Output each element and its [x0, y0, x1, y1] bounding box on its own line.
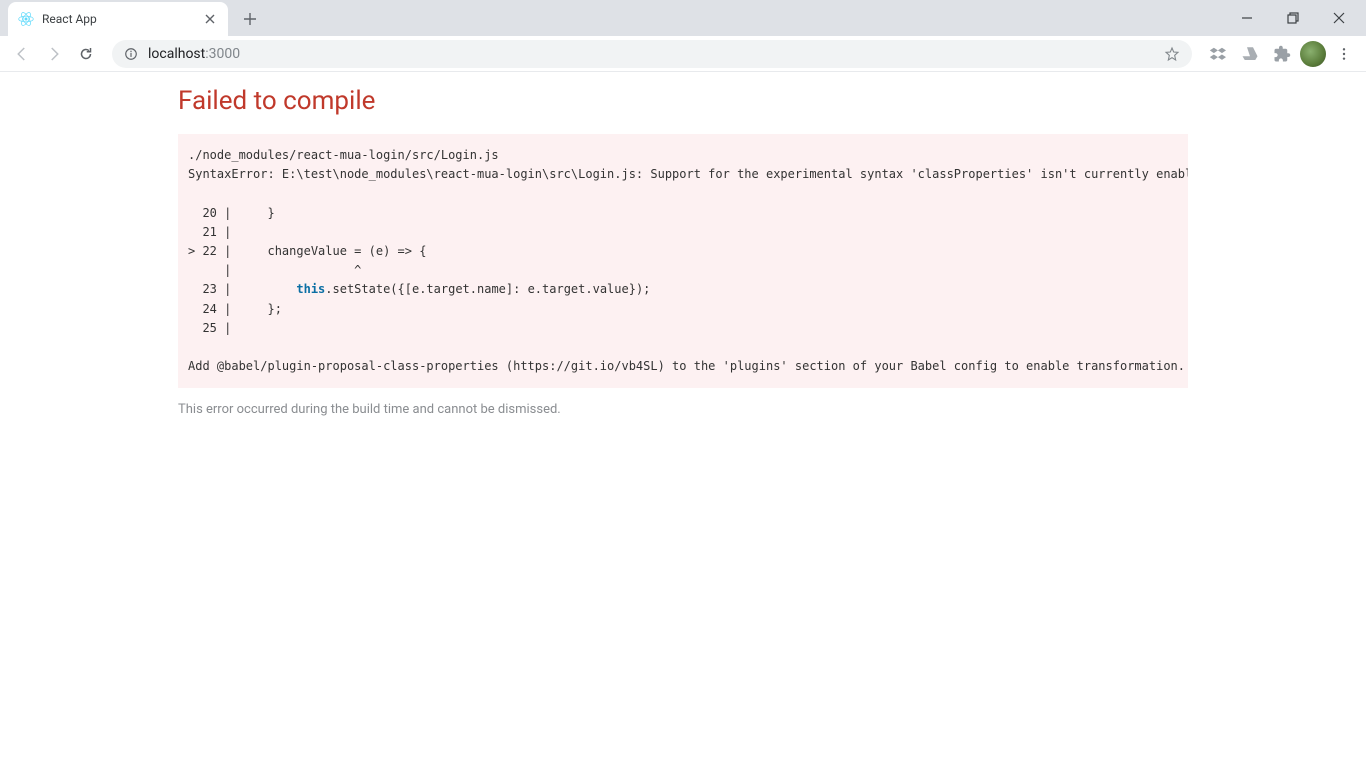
close-tab-icon[interactable]	[202, 11, 218, 27]
error-file-path: ./node_modules/react-mua-login/src/Login…	[188, 148, 499, 162]
code-line-highlight: > 22 | changeValue = (e) => {	[188, 244, 426, 258]
tab-title: React App	[42, 12, 194, 26]
error-message-block: ./node_modules/react-mua-login/src/Login…	[178, 134, 1188, 388]
code-line: 20 | }	[188, 206, 275, 220]
bookmark-star-icon[interactable]	[1164, 46, 1180, 62]
page-viewport: Failed to compile ./node_modules/react-m…	[0, 72, 1366, 431]
reload-button[interactable]	[72, 40, 100, 68]
drive-extension-icon[interactable]	[1236, 40, 1264, 68]
address-bar[interactable]: localhost:3000	[112, 40, 1192, 68]
browser-tab-strip: React App	[0, 0, 1366, 36]
error-footer-note: This error occurred during the build tim…	[178, 388, 1188, 431]
back-button[interactable]	[8, 40, 36, 68]
info-icon[interactable]	[124, 47, 138, 61]
close-window-button[interactable]	[1316, 2, 1362, 34]
new-tab-button[interactable]	[236, 5, 264, 33]
error-title: Failed to compile	[178, 86, 1188, 134]
forward-button[interactable]	[40, 40, 68, 68]
url-text: localhost:3000	[148, 46, 240, 62]
code-line: 23 | this.setState({[e.target.name]: e.t…	[188, 282, 650, 296]
react-favicon	[18, 11, 34, 27]
error-syntax-message: SyntaxError: E:\test\node_modules\react-…	[188, 167, 1188, 181]
maximize-button[interactable]	[1270, 2, 1316, 34]
error-overlay: Failed to compile ./node_modules/react-m…	[178, 72, 1188, 431]
profile-avatar[interactable]	[1300, 41, 1326, 67]
dropbox-extension-icon[interactable]	[1204, 40, 1232, 68]
code-line: 21 |	[188, 225, 239, 239]
browser-toolbar: localhost:3000	[0, 36, 1366, 72]
code-caret: | ^	[188, 263, 361, 277]
chrome-menu-button[interactable]	[1330, 40, 1358, 68]
minimize-button[interactable]	[1224, 2, 1270, 34]
code-line: 25 |	[188, 321, 239, 335]
code-line: 24 | };	[188, 302, 282, 316]
browser-tab[interactable]: React App	[8, 2, 228, 36]
error-fix-suggestion: Add @babel/plugin-proposal-class-propert…	[188, 359, 1185, 373]
extensions-puzzle-icon[interactable]	[1268, 40, 1296, 68]
window-controls	[1224, 0, 1366, 36]
